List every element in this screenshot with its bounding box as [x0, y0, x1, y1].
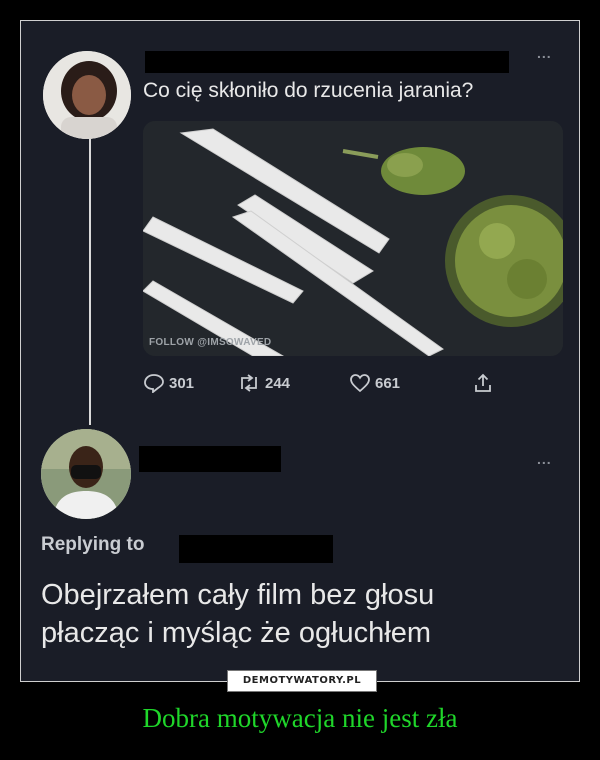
- reply-action[interactable]: 301: [143, 373, 194, 393]
- tweet-text: Co cię skłoniło do rzucenia jarania?: [143, 79, 474, 102]
- retweet-icon: [241, 374, 257, 392]
- like-action[interactable]: 661: [349, 373, 400, 393]
- demotivator-caption: Dobra motywacja nie jest zła: [142, 703, 458, 733]
- reply-text-line-2: płacząc i myśląc że ogłuchłem: [41, 617, 432, 649]
- reply-icon: [144, 374, 164, 393]
- reply-menu-icon[interactable]: ...: [537, 451, 552, 467]
- replier-avatar[interactable]: [41, 429, 131, 519]
- replying-to-redaction[interactable]: [179, 535, 333, 563]
- tweet-actions: 301 244 661: [143, 373, 563, 397]
- thread-line: [89, 139, 91, 425]
- reply-count: 301: [169, 374, 195, 392]
- author-name-redaction: [145, 51, 509, 73]
- site-logo: DEMOTYWATORY.PL: [227, 670, 377, 692]
- share-action[interactable]: [473, 373, 497, 393]
- tweet-image[interactable]: FOLLOW @IMSOWAVED: [143, 121, 563, 356]
- image-watermark: FOLLOW @IMSOWAVED: [149, 337, 272, 348]
- heart-icon: [350, 374, 370, 393]
- retweet-action[interactable]: 244: [237, 373, 290, 393]
- reply-text-line-1: Obejrzałem cały film bez głosu: [41, 579, 435, 611]
- retweet-count: 244: [265, 374, 291, 392]
- reply-text: Obejrzałem cały film bez głosu płacząc i…: [41, 576, 561, 652]
- tweet-menu-icon[interactable]: ...: [537, 45, 552, 61]
- share-icon: [475, 373, 491, 392]
- demotivator-frame: ... Co cię skłoniło do rzucenia jarania?: [20, 20, 580, 682]
- author-avatar[interactable]: [43, 51, 131, 139]
- replier-name-redaction: [139, 446, 281, 472]
- replying-to-label: Replying to: [41, 534, 145, 555]
- like-count: 661: [375, 374, 401, 392]
